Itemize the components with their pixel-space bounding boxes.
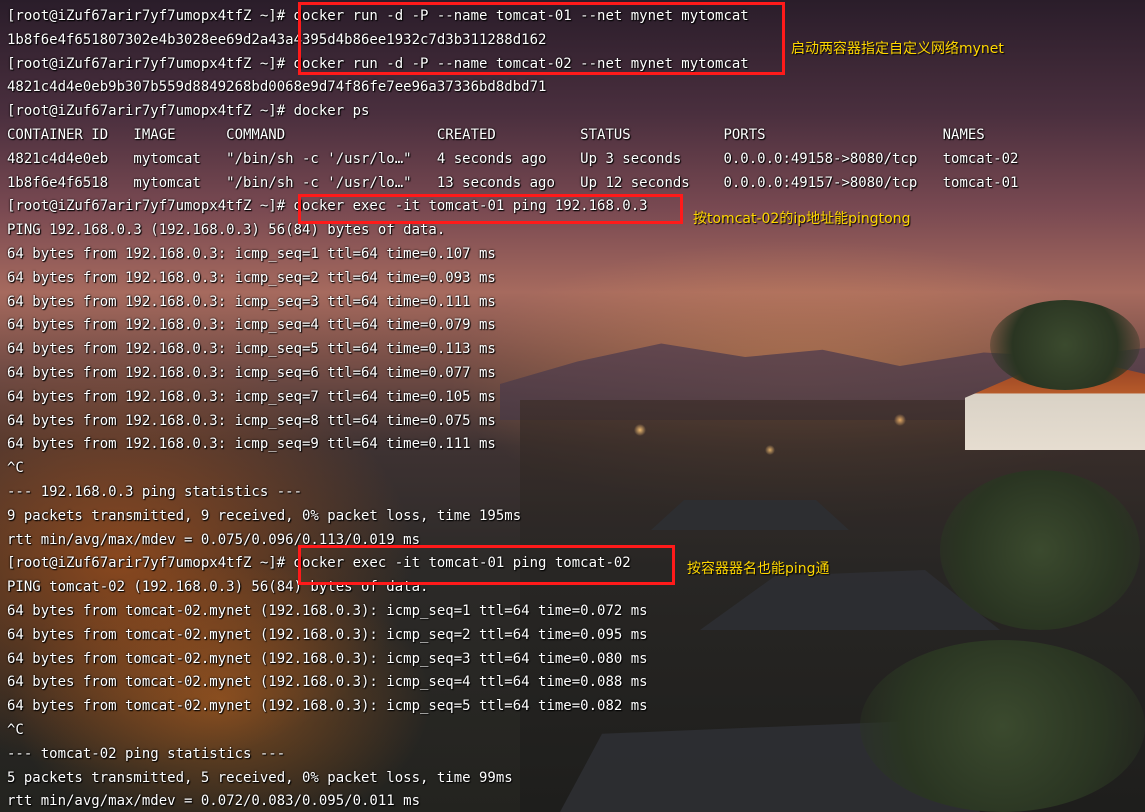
annotation-note-ping-name: 按容器器名也能ping通 [687, 561, 830, 577]
terminal-output-line: 64 bytes from tomcat-02.mynet (192.168.0… [7, 603, 648, 619]
terminal-output-line: ^C [7, 460, 24, 477]
terminal-output-line: ^C [7, 722, 24, 738]
terminal-output-line: 64 bytes from 192.168.0.3: icmp_seq=3 tt… [7, 293, 496, 310]
terminal-output-line: 64 bytes from 192.168.0.3: icmp_seq=4 tt… [7, 317, 496, 334]
terminal-output-line: 64 bytes from tomcat-02.mynet (192.168.0… [7, 674, 648, 691]
terminal-output-line: rtt min/avg/max/mdev = 0.072/0.083/0.095… [7, 793, 421, 810]
terminal-window[interactable]: [root@iZuf67arir7yf7umopx4tfZ ~]# docker… [0, 0, 1145, 812]
terminal-output-line: 64 bytes from tomcat-02.mynet (192.168.0… [7, 650, 648, 667]
terminal-output-line: 9 packets transmitted, 9 received, 0% pa… [7, 507, 522, 524]
highlight-box-ping-name [298, 545, 675, 585]
terminal-command-line: [root@iZuf67arir7yf7umopx4tfZ ~]# docker… [7, 102, 369, 120]
terminal-output-line: 64 bytes from 192.168.0.3: icmp_seq=5 tt… [7, 341, 496, 358]
shell-prompt: [root@iZuf67arir7yf7umopx4tfZ ~]# [7, 8, 294, 24]
shell-prompt: [root@iZuf67arir7yf7umopx4tfZ ~]# [7, 103, 294, 120]
annotation-note-network: 启动两容器指定自定义网络mynet [791, 41, 1004, 57]
terminal-output-line: 5 packets transmitted, 5 received, 0% pa… [7, 769, 513, 786]
terminal-output-line: 64 bytes from 192.168.0.3: icmp_seq=8 tt… [7, 412, 496, 429]
shell-prompt: [root@iZuf67arir7yf7umopx4tfZ ~]# [7, 55, 294, 72]
terminal-output-line: 64 bytes from 192.168.0.3: icmp_seq=9 tt… [7, 436, 496, 453]
terminal-output-line: 4821c4d4e0eb9b307b559d8849268bd0068e9d74… [7, 79, 547, 96]
terminal-output-line: 64 bytes from 192.168.0.3: icmp_seq=2 tt… [7, 269, 496, 286]
terminal-output-line: 64 bytes from 192.168.0.3: icmp_seq=1 tt… [7, 246, 496, 262]
terminal-output-line: 64 bytes from tomcat-02.mynet (192.168.0… [7, 698, 648, 715]
terminal-output-line: 64 bytes from 192.168.0.3: icmp_seq=7 tt… [7, 388, 496, 405]
annotation-note-ping-ip: 按tomcat-02的ip地址能pingtong [693, 211, 911, 227]
terminal-output-line: 64 bytes from 192.168.0.3: icmp_seq=6 tt… [7, 365, 496, 381]
shell-command: docker ps [293, 103, 370, 120]
terminal-output-line: --- tomcat-02 ping statistics --- [7, 745, 286, 762]
shell-prompt: [root@iZuf67arir7yf7umopx4tfZ ~]# [7, 555, 294, 572]
highlight-box-run-commands [298, 2, 785, 75]
highlight-box-ping-ip [298, 194, 683, 224]
terminal-output-line: 64 bytes from tomcat-02.mynet (192.168.0… [7, 626, 648, 643]
shell-prompt: [root@iZuf67arir7yf7umopx4tfZ ~]# [7, 198, 294, 215]
terminal-output-line: 1b8f6e4f6518 mytomcat "/bin/sh -c '/usr/… [7, 174, 1019, 191]
terminal-output-line: --- 192.168.0.3 ping statistics --- [7, 484, 303, 500]
terminal-output-line: 4821c4d4e0eb mytomcat "/bin/sh -c '/usr/… [7, 150, 1019, 167]
terminal-output-line: CONTAINER ID IMAGE COMMAND CREATED STATU… [7, 127, 985, 143]
